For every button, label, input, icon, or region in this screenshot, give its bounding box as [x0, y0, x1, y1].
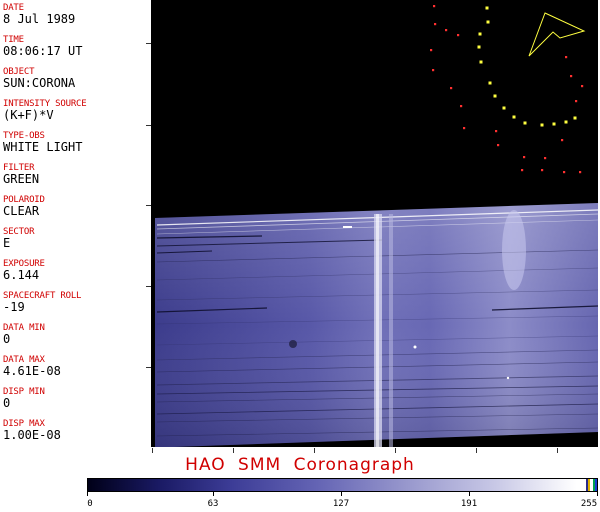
meta-object: OBJECT SUN:CORONA	[3, 67, 148, 90]
overlay-dot-red	[495, 130, 498, 133]
meta-filter-value: GREEN	[3, 172, 40, 186]
overlay-dot-yellow	[486, 20, 490, 24]
overlay-dot-red	[544, 157, 547, 160]
meta-spacecraft-roll-label: SPACECRAFT ROLL	[3, 291, 82, 301]
bright-glow	[502, 210, 526, 290]
overlay-dot-yellow	[523, 121, 527, 125]
overlay-dot-yellow	[552, 122, 556, 126]
colorbar-tick-label: 63	[207, 499, 219, 509]
colorbar-tick	[469, 492, 470, 496]
overlay-dot-yellow	[488, 81, 492, 85]
colorbar-tick-label: 0	[87, 499, 93, 509]
meta-intensity-source: INTENSITY SOURCE (K+F)*V	[3, 99, 148, 122]
meta-filter: FILTER GREEN	[3, 163, 148, 186]
colorbar-tick	[341, 492, 342, 496]
overlay-dot-yellow	[564, 120, 568, 124]
meta-disp-min-label: DISP MIN	[3, 387, 45, 397]
meta-exposure: EXPOSURE 6.144	[3, 259, 148, 282]
meta-spacecraft-roll: SPACECRAFT ROLL -19	[3, 291, 148, 314]
colorbar-tick	[597, 492, 598, 496]
dark-spot	[289, 340, 297, 348]
overlay-dot-red	[434, 23, 437, 26]
meta-intensity-source-value: (K+F)*V	[3, 108, 54, 122]
meta-sector-value: E	[3, 236, 11, 250]
overlay-dot-red	[497, 144, 500, 147]
meta-disp-min: DISP MIN 0	[3, 387, 148, 410]
colorbar-cap-segment	[594, 479, 598, 491]
overlay-dot-red	[457, 34, 460, 37]
meta-data-max: DATA MAX 4.61E-08	[3, 355, 148, 378]
overlay-dot-red	[570, 75, 573, 78]
overlay-dot-red	[541, 169, 544, 172]
overlay-dot-yellow	[573, 116, 577, 120]
overlay-dot-yellow	[477, 45, 481, 49]
overlay-dot-red	[575, 100, 578, 103]
metadata-panel: DATE 8 Jul 1989 TIME 08:06:17 UT OBJECT SUN:C…	[0, 0, 152, 447]
meta-sector-label: SECTOR	[3, 227, 35, 237]
colorbar-tick-label: 255	[580, 499, 598, 509]
coronagraph-image-canvas	[155, 5, 598, 447]
overlay-dot-red	[450, 87, 453, 90]
meta-date-value: 8 Jul 1989	[3, 12, 76, 26]
meta-type-obs: TYPE-OBS WHITE LIGHT	[3, 131, 148, 154]
overlay-dot-yellow	[540, 123, 544, 127]
overlay-dot-red	[523, 156, 526, 159]
meta-data-min: DATA MIN 0	[3, 323, 148, 346]
meta-spacecraft-roll-value: -19	[3, 300, 25, 314]
overlay-dot-yellow	[512, 115, 516, 119]
overlay-dot-yellow	[493, 94, 497, 98]
occulter-overlay	[430, 5, 584, 174]
meta-time-value: 08:06:17 UT	[3, 44, 83, 58]
pylon-outline-icon	[528, 12, 586, 57]
colorbar	[87, 478, 598, 492]
overlay-dot-red	[565, 56, 568, 59]
meta-polaroid-value: CLEAR	[3, 204, 40, 218]
meta-disp-max: DISP MAX 1.00E-08	[3, 419, 148, 442]
meta-disp-max-value: 1.00E-08	[3, 428, 61, 442]
meta-polaroid: POLAROID CLEAR	[3, 195, 148, 218]
colorbar-tick	[87, 492, 88, 496]
meta-data-min-label: DATA MIN	[3, 323, 45, 333]
overlay-dot-yellow	[485, 6, 489, 10]
overlay-dot-yellow	[478, 32, 482, 36]
colorbar-cap	[586, 479, 598, 491]
meta-exposure-value: 6.144	[3, 268, 40, 282]
colorbar-tick-label: 191	[460, 499, 478, 509]
overlay-dot-red	[463, 127, 466, 130]
meta-data-min-value: 0	[3, 332, 11, 346]
colorbar-tick	[213, 492, 214, 496]
overlay-dot-red	[521, 169, 524, 172]
overlay-dot-red	[430, 49, 433, 52]
meta-type-obs-value: WHITE LIGHT	[3, 140, 83, 154]
overlay-dot-yellow	[502, 106, 506, 110]
meta-data-max-value: 4.61E-08	[3, 364, 61, 378]
overlay-dot-red	[579, 171, 582, 174]
colorbar-tick-label: 127	[332, 499, 350, 509]
coronagraph-image[interactable]	[152, 0, 598, 447]
meta-date: DATE 8 Jul 1989	[3, 3, 148, 26]
overlay-dot-red	[432, 69, 435, 72]
meta-disp-min-value: 0	[3, 396, 11, 410]
overlay-dot-red	[460, 105, 463, 108]
overlay-dot-red	[561, 139, 564, 142]
overlay-dot-red	[563, 171, 566, 174]
instrument-title: HAO SMM Coronagraph	[185, 455, 415, 475]
overlay-dot-yellow	[479, 60, 483, 64]
meta-object-value: SUN:CORONA	[3, 76, 76, 90]
meta-time: TIME 08:06:17 UT	[3, 35, 148, 58]
overlay-dot-red	[581, 85, 584, 88]
overlay-dot-red	[445, 29, 448, 32]
meta-sector: SECTOR E	[3, 227, 148, 250]
overlay-dot-red	[433, 5, 436, 8]
